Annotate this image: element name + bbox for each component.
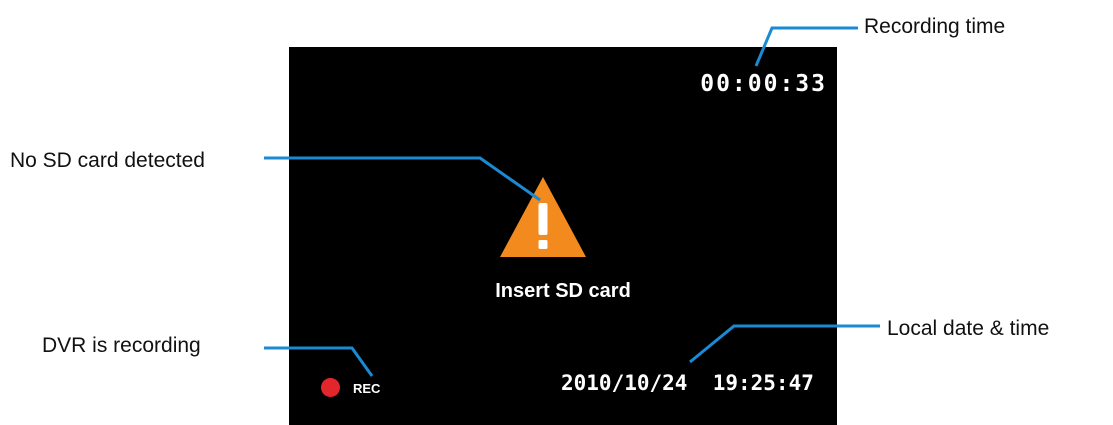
callout-recording-time: Recording time	[864, 15, 1006, 38]
leader-local-datetime	[689, 324, 880, 364]
dvr-screen-diagram: 00:00:33 Insert SD card REC 2010/10/24 1…	[0, 0, 1113, 425]
callout-no-sd-card: No SD card detected	[10, 149, 205, 172]
leader-no-sd-card	[264, 156, 541, 202]
leader-dvr-recording	[264, 346, 374, 377]
callout-local-datetime: Local date & time	[887, 317, 1050, 340]
callout-leader-lines	[264, 26, 880, 377]
callout-dvr-recording: DVR is recording	[42, 334, 201, 357]
leader-recording-time	[754, 26, 858, 67]
